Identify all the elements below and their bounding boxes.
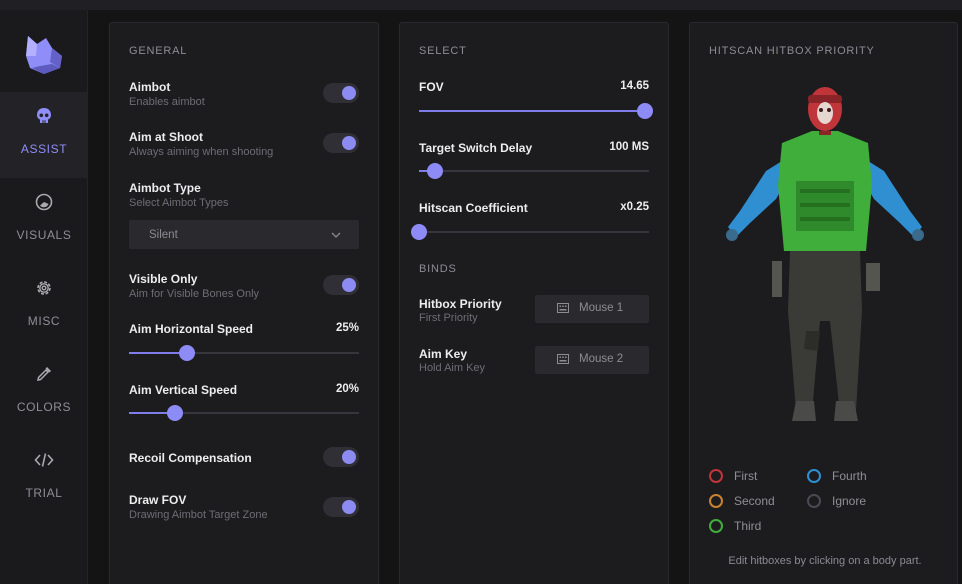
gear-icon	[37, 281, 51, 295]
hitbox-panel: HITSCAN HITBOX PRIORITY First Fourth Sec…	[689, 22, 958, 584]
recoil-compensation-toggle[interactable]	[323, 447, 359, 467]
toggle-knob	[342, 136, 356, 150]
legend-third-dot[interactable]	[709, 519, 723, 533]
toggle-knob	[342, 86, 356, 100]
bind-key-label: Mouse 1	[579, 302, 624, 314]
legend-first-label: First	[734, 469, 758, 483]
slider-fill	[419, 110, 645, 112]
target-switch-delay-value: 100 MS	[609, 141, 649, 153]
aim-horizontal-speed-label: Aim Horizontal Speed	[129, 322, 254, 336]
target-switch-delay-label: Target Switch Delay	[419, 141, 533, 155]
hitbox-priority-description: First Priority	[419, 312, 478, 324]
sidebar-item-assist[interactable]: ASSIST	[0, 92, 88, 178]
general-panel: GENERAL Aimbot Enables aimbot Aim at Sho…	[109, 22, 379, 584]
aim-at-shoot-label: Aim at Shoot	[129, 130, 203, 144]
legend-ignore-dot[interactable]	[807, 494, 821, 508]
visible-only-toggle[interactable]	[323, 275, 359, 295]
aimbot-description: Enables aimbot	[129, 96, 205, 108]
draw-fov-toggle[interactable]	[323, 497, 359, 517]
visible-only-description: Aim for Visible Bones Only	[129, 288, 260, 300]
aim-at-shoot-toggle[interactable]	[323, 133, 359, 153]
hitscan-coefficient-label: Hitscan Coefficient	[419, 201, 528, 215]
hitbox-torso[interactable]	[778, 131, 872, 251]
top-bar	[0, 0, 962, 10]
aim-key-description: Hold Aim Key	[419, 362, 486, 374]
aim-vertical-speed-value: 20%	[335, 383, 359, 395]
sidebar-item-label: MISC	[27, 314, 61, 328]
hitscan-coefficient-value: x0.25	[620, 201, 649, 213]
skull-icon	[37, 108, 51, 123]
panel-title: HITSCAN HITBOX PRIORITY	[709, 45, 875, 57]
sidebar-item-label: TRIAL	[25, 486, 63, 500]
keyboard-icon	[557, 354, 569, 364]
wolf-logo	[26, 36, 62, 74]
fov-slider[interactable]	[419, 103, 653, 119]
aim-key-label: Aim Key	[419, 347, 468, 361]
aimbot-type-label: Aimbot Type	[129, 181, 201, 195]
slider-fill	[129, 352, 187, 354]
slider-thumb[interactable]	[167, 405, 183, 421]
legend-third-label: Third	[734, 519, 762, 533]
target-switch-delay-slider[interactable]	[419, 163, 649, 179]
panel-title: SELECT	[419, 45, 467, 57]
aimbot-type-description: Select Aimbot Types	[129, 197, 229, 209]
legend-second-label: Second	[734, 494, 775, 508]
eyedropper-icon	[37, 367, 51, 381]
draw-fov-label: Draw FOV	[129, 493, 187, 507]
sidebar-item-colors[interactable]: COLORS	[0, 350, 88, 436]
sidebar: ASSIST VISUALS MISC COLORS TRIAL	[0, 10, 88, 584]
slider-thumb[interactable]	[178, 345, 195, 361]
aim-horizontal-speed-value: 25%	[335, 322, 359, 334]
aim-vertical-speed-slider[interactable]	[129, 405, 359, 421]
hitbox-priority-bind-button[interactable]: Mouse 1	[535, 295, 649, 323]
draw-fov-description: Drawing Aimbot Target Zone	[129, 509, 268, 521]
hitbox-priority-label: Hitbox Priority	[419, 297, 502, 311]
sidebar-item-label: COLORS	[16, 400, 72, 414]
legend-second-dot[interactable]	[709, 494, 723, 508]
select-panel: SELECT FOV 14.65 Target Switch Delay 100…	[399, 22, 669, 584]
chevron-down-icon	[331, 232, 341, 238]
fov-value: 14.65	[620, 80, 649, 92]
aimbot-type-dropdown[interactable]: Silent	[129, 220, 359, 249]
fov-label: FOV	[419, 80, 444, 94]
hitbox-footnote: Edit hitboxes by clicking on a body part…	[728, 555, 922, 567]
toggle-knob	[342, 450, 356, 464]
sidebar-item-label: ASSIST	[20, 142, 68, 156]
recoil-compensation-label: Recoil Compensation	[129, 451, 252, 465]
aim-vertical-speed-label: Aim Vertical Speed	[129, 383, 238, 397]
visuals-icon	[35, 193, 53, 211]
character-model	[726, 87, 924, 421]
legend-ignore-label: Ignore	[832, 494, 867, 508]
legend-fourth-label: Fourth	[832, 469, 867, 483]
hitbox-legs[interactable]	[772, 251, 880, 421]
aim-horizontal-speed-slider[interactable]	[129, 345, 359, 361]
sidebar-item-label: VISUALS	[16, 228, 72, 242]
sidebar-item-trial[interactable]: TRIAL	[0, 436, 88, 522]
binds-section-title: BINDS	[419, 263, 457, 275]
slider-track	[419, 231, 649, 233]
toggle-knob	[342, 278, 356, 292]
hitscan-coefficient-slider[interactable]	[411, 224, 649, 240]
slider-thumb[interactable]	[637, 103, 653, 119]
panel-title: GENERAL	[129, 45, 188, 57]
keyboard-icon	[557, 303, 569, 313]
code-icon	[34, 453, 54, 467]
bind-key-label: Mouse 2	[579, 353, 624, 365]
visible-only-label: Visible Only	[129, 272, 198, 286]
aim-at-shoot-description: Always aiming when shooting	[129, 146, 274, 158]
slider-thumb[interactable]	[427, 163, 444, 179]
aimbot-toggle[interactable]	[323, 83, 359, 103]
legend-first-dot[interactable]	[709, 469, 723, 483]
toggle-knob	[342, 500, 356, 514]
sidebar-item-misc[interactable]: MISC	[0, 264, 88, 350]
hitbox-head[interactable]	[808, 87, 842, 135]
sidebar-item-visuals[interactable]: VISUALS	[0, 178, 88, 264]
legend-fourth-dot[interactable]	[807, 469, 821, 483]
slider-track	[419, 170, 649, 172]
dropdown-value: Silent	[149, 229, 178, 241]
aimbot-label: Aimbot	[129, 80, 171, 94]
aim-key-bind-button[interactable]: Mouse 2	[535, 346, 649, 374]
slider-thumb[interactable]	[411, 224, 427, 240]
